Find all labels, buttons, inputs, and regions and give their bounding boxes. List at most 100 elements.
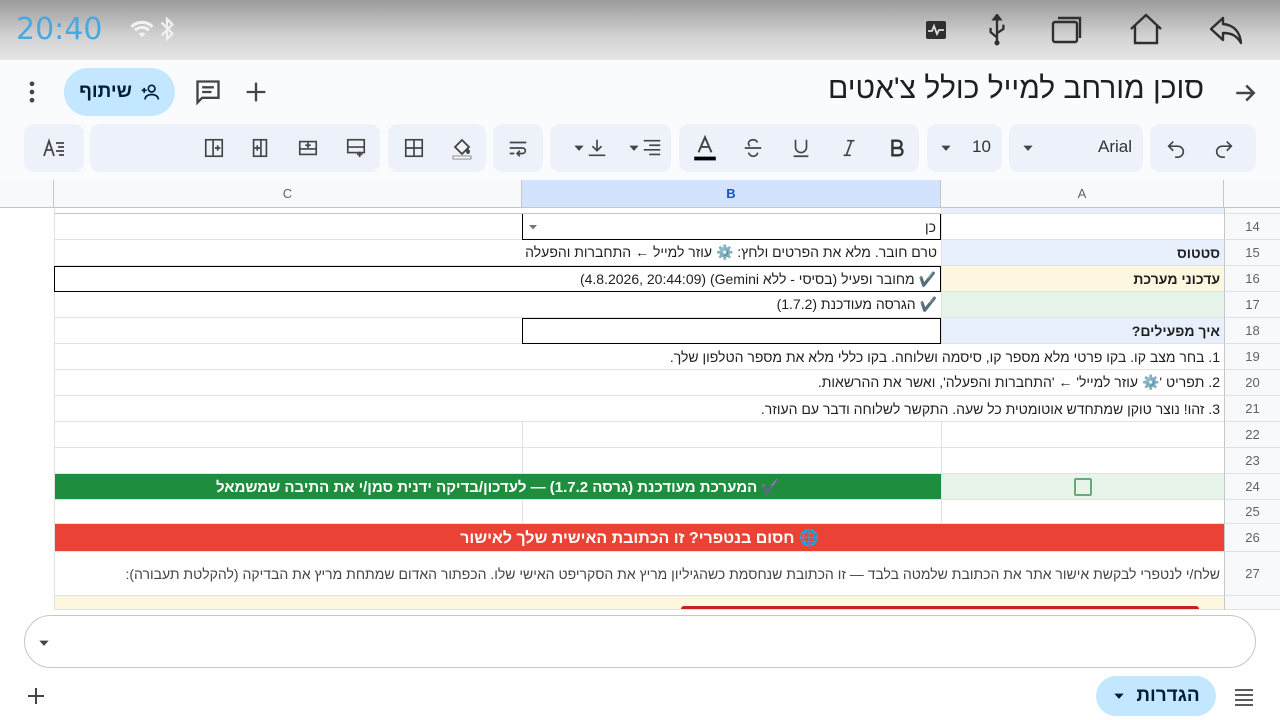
row-header[interactable]: 19 — [1224, 344, 1280, 370]
cell-c23[interactable] — [54, 448, 522, 474]
row-header[interactable]: 27 — [1224, 552, 1280, 596]
cell-a25[interactable] — [941, 500, 1224, 524]
formula-bar[interactable] — [24, 615, 1256, 668]
text-wrap-button[interactable] — [498, 124, 538, 172]
align-right-icon — [643, 139, 661, 156]
cell-instruction-3[interactable]: 3. זהו! נוצר טוקן שמתחדש אוטומטית כל שעה… — [54, 396, 1224, 422]
back-nav-icon[interactable] — [1208, 14, 1244, 46]
column-header-c[interactable]: C — [54, 180, 522, 208]
all-sheets-icon[interactable] — [1232, 684, 1256, 708]
cell-b14-dropdown[interactable]: כן — [522, 214, 941, 240]
text-direction-icon — [43, 138, 64, 157]
underline-button[interactable] — [781, 124, 821, 172]
cell-version-value[interactable]: ✔️ הגרסה מעודכנת (1.7.2) — [54, 292, 941, 318]
row-header[interactable]: 26 — [1224, 524, 1280, 552]
row-header[interactable]: 20 — [1224, 370, 1280, 396]
row-header[interactable]: 16 — [1224, 266, 1280, 292]
cell-c25[interactable] — [54, 500, 522, 524]
redo-icon — [1215, 140, 1233, 158]
text-direction-button[interactable] — [34, 124, 74, 172]
share-button[interactable]: שיתוף — [64, 68, 175, 116]
row-header[interactable]: 17 — [1224, 292, 1280, 318]
clock: 20:40 — [16, 12, 103, 47]
font-size-select[interactable]: 10 — [927, 124, 1002, 172]
cell-update-checkbox-cell[interactable] — [941, 474, 1224, 500]
insert-column-button[interactable] — [194, 124, 234, 172]
text-color-button[interactable] — [685, 124, 725, 172]
column-header-b[interactable]: B — [522, 180, 941, 208]
strikethrough-icon — [744, 138, 762, 158]
row-header[interactable]: 22 — [1224, 422, 1280, 448]
column-header-a[interactable]: A — [941, 180, 1224, 208]
redo-button[interactable] — [1204, 124, 1244, 172]
text-wrap-icon — [509, 141, 527, 157]
cell-c22[interactable] — [54, 422, 522, 448]
usb-icon[interactable] — [984, 14, 1010, 46]
cell-b25[interactable] — [522, 500, 941, 524]
share-label: שיתוף — [79, 81, 132, 102]
add-person-icon — [141, 84, 160, 100]
test-run-button-partial[interactable] — [681, 606, 1199, 609]
font-family-select[interactable]: Arial — [1009, 124, 1143, 172]
spreadsheet-grid[interactable]: C B A כן 14 טרם חובר. מלא את הפרטים ולחץ… — [0, 180, 1280, 610]
cell-b18[interactable] — [522, 318, 941, 344]
borders-button[interactable] — [394, 124, 434, 172]
cell-how-to-label[interactable]: איך מפעילים? — [941, 318, 1224, 344]
more-vert-icon[interactable] — [18, 78, 46, 106]
add-sheet-icon[interactable] — [24, 684, 48, 708]
cell-c18[interactable] — [54, 318, 522, 344]
insert-row-above-icon — [298, 140, 318, 156]
recent-apps-icon[interactable] — [1050, 14, 1084, 46]
add-icon[interactable] — [242, 78, 270, 106]
cell-a23[interactable] — [941, 448, 1224, 474]
row-header-partial — [1224, 596, 1280, 610]
cell-netfree-instructions[interactable]: שלח/י לנטפרי לבקשת אישור אתר את הכתובת ש… — [54, 552, 1224, 596]
status-bar: 20:40 — [0, 0, 1280, 60]
cell-a14[interactable] — [941, 214, 1224, 240]
wifi-icon — [130, 20, 154, 38]
row-header[interactable]: 24 — [1224, 474, 1280, 500]
fill-color-button[interactable] — [442, 124, 482, 172]
cell-status-label[interactable]: סטטוס — [941, 240, 1224, 266]
sheet-tab-label: הגדרות — [1136, 685, 1200, 706]
row-header[interactable]: 25 — [1224, 500, 1280, 524]
cell-netfree-banner[interactable]: 🌐 חסום בנטפרי? זו הכתובת האישית שלך לאיש… — [54, 524, 1224, 552]
cell-b22[interactable] — [522, 422, 941, 448]
borders-icon — [404, 138, 424, 158]
italic-button[interactable] — [829, 124, 869, 172]
insert-row-below-button[interactable] — [336, 124, 376, 172]
cell-instruction-2[interactable]: 2. תפריט '⚙️ עוזר למייל' ← 'התחברות והפע… — [54, 370, 1224, 396]
document-title[interactable]: סוכן מורחב למייל כולל צ'אטים — [828, 72, 1204, 106]
back-arrow-icon[interactable] — [1230, 78, 1260, 108]
bold-button[interactable] — [877, 124, 917, 172]
cell-instruction-1[interactable]: 1. בחר מצב קו. בקו פרטי מלא מספר קו, סיס… — [54, 344, 1224, 370]
row-header[interactable]: 23 — [1224, 448, 1280, 474]
chevron-down-icon[interactable] — [37, 636, 51, 650]
row-header[interactable]: 14 — [1224, 214, 1280, 240]
sheet-tab-settings[interactable]: הגדרות — [1096, 676, 1216, 716]
row-header[interactable]: 15 — [1224, 240, 1280, 266]
strikethrough-button[interactable] — [733, 124, 773, 172]
row-header[interactable]: 18 — [1224, 318, 1280, 344]
undo-button[interactable] — [1156, 124, 1196, 172]
cell-system-updates-value[interactable]: ✔️ מחובר ופעיל (בסיסי - ללא Gemini) (4.8… — [54, 266, 941, 292]
toolbar-group-align — [550, 124, 671, 172]
vertical-align-button[interactable] — [562, 124, 618, 172]
cell-status-value[interactable]: טרם חובר. מלא את הפרטים ולחץ: ⚙️ עוזר למ… — [54, 240, 941, 266]
insert-column-left-button[interactable] — [240, 124, 280, 172]
horizontal-align-button[interactable] — [620, 124, 670, 172]
insert-row-above-button[interactable] — [288, 124, 328, 172]
activity-icon[interactable] — [924, 18, 948, 42]
row-header[interactable]: 21 — [1224, 396, 1280, 422]
chevron-down-icon[interactable] — [527, 221, 539, 233]
cell-a17[interactable] — [941, 292, 1224, 318]
cell-update-banner[interactable]: ✔️ המערכת מעודכנת (גרסה 1.7.2) — לעדכון/… — [54, 474, 941, 500]
cell-a22[interactable] — [941, 422, 1224, 448]
cell-system-updates-label[interactable]: עדכוני מערכת — [941, 266, 1224, 292]
font-family-value: Arial — [1098, 137, 1133, 156]
comment-icon[interactable] — [194, 78, 222, 106]
cell-c14[interactable] — [54, 214, 522, 240]
cell-b23[interactable] — [522, 448, 941, 474]
home-icon[interactable] — [1128, 12, 1164, 46]
update-checkbox[interactable] — [1074, 477, 1092, 496]
